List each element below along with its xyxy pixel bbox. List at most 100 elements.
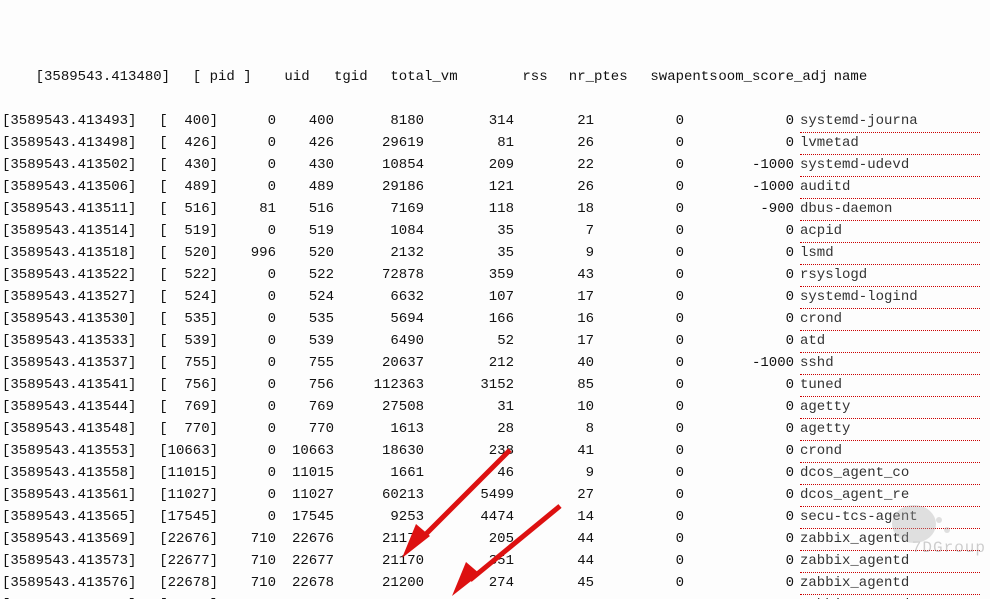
cell-process-name: systemd-logind: [800, 286, 980, 309]
cell-nrptes: 16: [514, 308, 594, 330]
cell-totalvm: 2132: [334, 242, 424, 264]
cell-totalvm: 5694: [334, 308, 424, 330]
cell-nrptes: 26: [514, 176, 594, 198]
cell-timestamp: [3589543.413576]: [2, 572, 152, 594]
cell-swapents: 0: [594, 154, 684, 176]
cell-swapents: 0: [594, 550, 684, 572]
cell-rss: 209: [424, 154, 514, 176]
process-row: [3589543.413502][ 430]043010854209220-10…: [2, 154, 990, 176]
cell-oomscore: 0: [684, 484, 794, 506]
cell-totalvm: 1084: [334, 220, 424, 242]
cell-timestamp: [3589543.413553]: [2, 440, 152, 462]
cell-totalvm: 21200: [334, 572, 424, 594]
process-row: [3589543.413558][11015]011015166146900dc…: [2, 462, 990, 484]
cell-rss: 3152: [424, 374, 514, 396]
process-row: [3589543.413561][11027]01102760213549927…: [2, 484, 990, 506]
cell-process-name: crond: [800, 308, 980, 331]
cell-uid: 81: [218, 198, 276, 220]
cell-pid: [ 539]: [152, 330, 218, 352]
cell-nrptes: 9: [514, 242, 594, 264]
cell-pid: [ 426]: [152, 132, 218, 154]
process-row: [3589543.413522][ 522]0522728783594300rs…: [2, 264, 990, 286]
cell-process-name: zabbix_agentd: [800, 572, 980, 595]
cell-nrptes: 43: [514, 264, 594, 286]
cell-uid: 0: [218, 110, 276, 132]
cell-totalvm: 6490: [334, 330, 424, 352]
process-row: [3589543.413569][22676]71022676211702054…: [2, 528, 990, 550]
cell-nrptes: 85: [514, 374, 594, 396]
cell-uid: 0: [218, 286, 276, 308]
cell-timestamp: [3589543.413518]: [2, 242, 152, 264]
cell-nrptes: 45: [514, 594, 594, 599]
cell-totalvm: 29619: [334, 132, 424, 154]
cell-process-name: systemd-journa: [800, 110, 980, 133]
cell-process-name: acpid: [800, 220, 980, 243]
cell-totalvm: 21200: [334, 594, 424, 599]
cell-timestamp: [3589543.413514]: [2, 220, 152, 242]
cell-rss: 35: [424, 220, 514, 242]
cell-process-name: dcos_agent_re: [800, 484, 980, 507]
cell-oomscore: 0: [684, 330, 794, 352]
cell-pid: [11027]: [152, 484, 218, 506]
cell-tgid: 11027: [276, 484, 334, 506]
cell-nrptes: 21: [514, 110, 594, 132]
process-row: [3589543.413576][22678]71022678212002744…: [2, 572, 990, 594]
cell-timestamp: [3589543.413558]: [2, 462, 152, 484]
cell-uid: 710: [218, 528, 276, 550]
col-rss: rss: [458, 66, 548, 88]
cell-rss: 274: [424, 572, 514, 594]
cell-swapents: 0: [594, 110, 684, 132]
cell-timestamp: [3589543.413527]: [2, 286, 152, 308]
cell-uid: 0: [218, 154, 276, 176]
cell-pid: [11015]: [152, 462, 218, 484]
cell-totalvm: 1613: [334, 418, 424, 440]
cell-timestamp: [3589543.413544]: [2, 396, 152, 418]
cell-pid: [ 522]: [152, 264, 218, 286]
cell-totalvm: 10854: [334, 154, 424, 176]
cell-rss: 5499: [424, 484, 514, 506]
cell-uid: 0: [218, 220, 276, 242]
cell-swapents: 0: [594, 396, 684, 418]
cell-timestamp: [3589543.413573]: [2, 550, 152, 572]
process-row: [3589543.413518][ 520]996520213235900lsm…: [2, 242, 990, 264]
col-uid: uid: [252, 66, 310, 88]
cell-uid: 710: [218, 550, 276, 572]
process-row: [3589543.413514][ 519]0519108435700acpid: [2, 220, 990, 242]
cell-totalvm: 60213: [334, 484, 424, 506]
cell-process-name: tuned: [800, 374, 980, 397]
cell-totalvm: 8180: [334, 110, 424, 132]
cell-rss: 351: [424, 550, 514, 572]
cell-uid: 0: [218, 506, 276, 528]
cell-totalvm: 112363: [334, 374, 424, 396]
cell-timestamp: [3589543.413561]: [2, 484, 152, 506]
cell-nrptes: 14: [514, 506, 594, 528]
cell-timestamp: [3589543.413533]: [2, 330, 152, 352]
cell-uid: 0: [218, 308, 276, 330]
cell-rss: 107: [424, 286, 514, 308]
cell-pid: [ 770]: [152, 418, 218, 440]
cell-totalvm: 72878: [334, 264, 424, 286]
cell-rss: 166: [424, 308, 514, 330]
cell-oomscore: 0: [684, 308, 794, 330]
cell-uid: 0: [218, 374, 276, 396]
process-row: [3589543.413541][ 756]075611236331528500…: [2, 374, 990, 396]
process-row: [3589543.413573][22677]71022677211703514…: [2, 550, 990, 572]
cell-tgid: 524: [276, 286, 334, 308]
cell-swapents: 0: [594, 528, 684, 550]
cell-uid: 0: [218, 484, 276, 506]
cell-oomscore: -1000: [684, 176, 794, 198]
cell-uid: 0: [218, 462, 276, 484]
cell-pid: [ 535]: [152, 308, 218, 330]
cell-swapents: 0: [594, 352, 684, 374]
cell-timestamp: [3589543.413541]: [2, 374, 152, 396]
cell-nrptes: 27: [514, 484, 594, 506]
process-row: [3589543.413553][10663]01066318630238410…: [2, 440, 990, 462]
cell-timestamp: [3589543.413548]: [2, 418, 152, 440]
cell-pid: [22677]: [152, 550, 218, 572]
cell-uid: 0: [218, 418, 276, 440]
cell-swapents: 0: [594, 594, 684, 599]
process-row: [3589543.413530][ 535]053556941661600cro…: [2, 308, 990, 330]
cell-nrptes: 22: [514, 154, 594, 176]
cell-oomscore: -900: [684, 198, 794, 220]
cell-rss: 81: [424, 132, 514, 154]
